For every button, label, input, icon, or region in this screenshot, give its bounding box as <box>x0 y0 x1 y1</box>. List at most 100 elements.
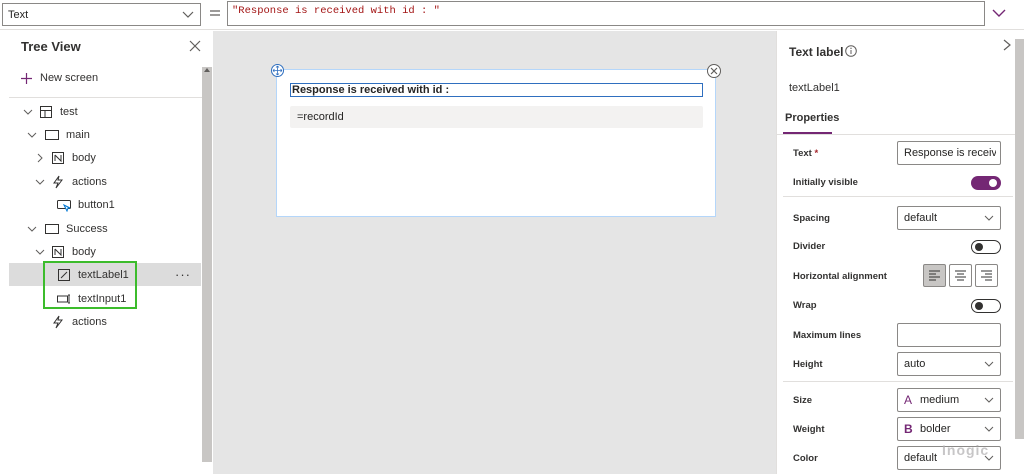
info-icon[interactable] <box>845 45 857 57</box>
panel-title: Text label <box>789 45 844 59</box>
divider <box>777 134 1017 135</box>
prop-weight-row: Weight Bbolder <box>777 417 1013 443</box>
wrap-toggle[interactable] <box>971 299 1001 313</box>
move-handle-icon[interactable] <box>271 64 284 77</box>
text-input-control[interactable]: =recordId <box>290 106 703 128</box>
weight-dropdown[interactable]: Bbolder <box>897 417 1001 441</box>
chevron-down-icon <box>984 426 994 432</box>
divider <box>783 196 1013 197</box>
prop-maxlines-row: Maximum lines <box>777 323 1013 349</box>
tree-view-title: Tree View <box>21 39 81 54</box>
tree-item-body[interactable]: body <box>9 146 201 169</box>
chevron-right-icon[interactable] <box>1002 39 1012 51</box>
tree-item-label: actions <box>72 315 107 328</box>
align-left-button[interactable] <box>923 264 946 287</box>
tree-item-button1[interactable]: button1 <box>9 193 201 216</box>
design-canvas[interactable]: Response is received with id : =recordId <box>213 31 776 474</box>
chevron-down-icon[interactable] <box>35 177 45 187</box>
tree-item-success[interactable]: Success <box>9 217 201 240</box>
lightning-icon <box>53 175 63 188</box>
tree-view-panel: Tree View New screen test main body acti… <box>9 31 212 474</box>
chevron-down-icon[interactable] <box>35 247 45 257</box>
divider <box>783 381 1013 382</box>
property-dropdown[interactable]: Text <box>2 3 201 26</box>
divider <box>9 97 203 98</box>
text-value-field[interactable]: Response is receiv... <box>897 141 1001 165</box>
tree-item-label: actions <box>72 175 107 188</box>
align-center-button[interactable] <box>949 264 972 287</box>
prop-label: Wrap <box>793 300 817 311</box>
prop-size-row: Size Amedium <box>777 388 1013 414</box>
formula-text: "Response is received with id : " <box>232 5 440 17</box>
tree-item-body-success[interactable]: body <box>9 240 201 263</box>
scroll-up-icon[interactable] <box>204 67 210 73</box>
tree-item-actions-success[interactable]: actions <box>9 310 201 333</box>
prop-label: Maximum lines <box>793 330 862 341</box>
tree-item-label: Success <box>66 222 108 235</box>
chevron-down-icon <box>984 361 994 367</box>
chevron-down-icon <box>984 215 994 221</box>
prop-label: Height <box>793 359 823 370</box>
prop-height-row: Height auto <box>777 352 1013 378</box>
plus-icon <box>21 72 32 84</box>
control-name: textLabel1 <box>789 82 840 94</box>
font-size-icon: A <box>904 393 913 407</box>
prop-visible-row: Initially visible <box>777 170 1013 196</box>
text-label-control[interactable]: Response is received with id : <box>290 83 703 97</box>
more-options-icon[interactable]: ··· <box>175 267 191 282</box>
property-dropdown-value: Text <box>8 9 29 21</box>
prop-label: Color <box>793 453 818 464</box>
button-icon <box>57 199 71 212</box>
properties-panel: Text label textLabel1 Properties Text * … <box>776 31 1024 474</box>
size-dropdown[interactable]: Amedium <box>897 388 1001 412</box>
align-right-icon <box>981 270 992 281</box>
align-right-button[interactable] <box>975 264 998 287</box>
highlight-box <box>43 261 137 309</box>
formula-input[interactable]: "Response is received with id : " <box>227 1 985 26</box>
align-center-icon <box>955 270 966 281</box>
visible-toggle[interactable] <box>971 176 1001 190</box>
chevron-down-icon[interactable] <box>27 130 37 140</box>
chevron-down-icon[interactable] <box>23 107 33 117</box>
align-left-icon <box>929 270 940 281</box>
container-icon <box>52 151 64 164</box>
new-screen-button[interactable]: New screen <box>21 69 98 87</box>
height-dropdown[interactable]: auto <box>897 352 1001 376</box>
app-icon <box>40 105 52 118</box>
prop-label: Weight <box>793 424 825 435</box>
tree-item-actions[interactable]: actions <box>9 170 201 193</box>
tree-item-main[interactable]: main <box>9 123 201 146</box>
prop-wrap-row: Wrap <box>777 293 1013 319</box>
prop-label: Horizontal alignment <box>793 271 887 282</box>
prop-label: Text * <box>793 148 819 159</box>
tree-scrollbar[interactable] <box>202 67 212 462</box>
prop-spacing-row: Spacing default <box>777 206 1013 232</box>
chevron-down-icon[interactable] <box>27 224 37 234</box>
tree-item-label: button1 <box>78 198 115 211</box>
prop-halign-row: Horizontal alignment <box>777 264 1013 290</box>
container-icon <box>52 245 64 258</box>
prop-label: Size <box>793 395 813 406</box>
screen-icon <box>45 129 59 140</box>
tree-item-label: test <box>60 105 78 118</box>
prop-label: Initially visible <box>793 177 858 188</box>
expand-formula-chevron-icon[interactable] <box>992 7 1006 19</box>
prop-text-row: Text * Response is receiv... <box>777 141 1013 167</box>
properties-scrollbar[interactable] <box>1015 39 1024 439</box>
max-lines-input[interactable] <box>897 323 1001 347</box>
spacing-dropdown[interactable]: default <box>897 206 1001 230</box>
chevron-down-icon <box>182 11 194 18</box>
divider-toggle[interactable] <box>971 240 1001 254</box>
close-icon[interactable] <box>707 64 721 78</box>
prop-divider-row: Divider <box>777 234 1013 260</box>
tab-properties[interactable]: Properties <box>783 112 841 134</box>
screen-icon <box>45 223 59 234</box>
tree-item-test[interactable]: test <box>9 100 201 123</box>
chevron-right-icon[interactable] <box>35 153 45 163</box>
lightning-icon <box>53 315 63 328</box>
tree-item-label: body <box>72 245 96 258</box>
prop-label: Divider <box>793 241 826 252</box>
close-icon[interactable] <box>189 40 201 52</box>
success-container[interactable]: Response is received with id : =recordId <box>271 64 721 217</box>
tree-item-label: body <box>72 151 96 164</box>
